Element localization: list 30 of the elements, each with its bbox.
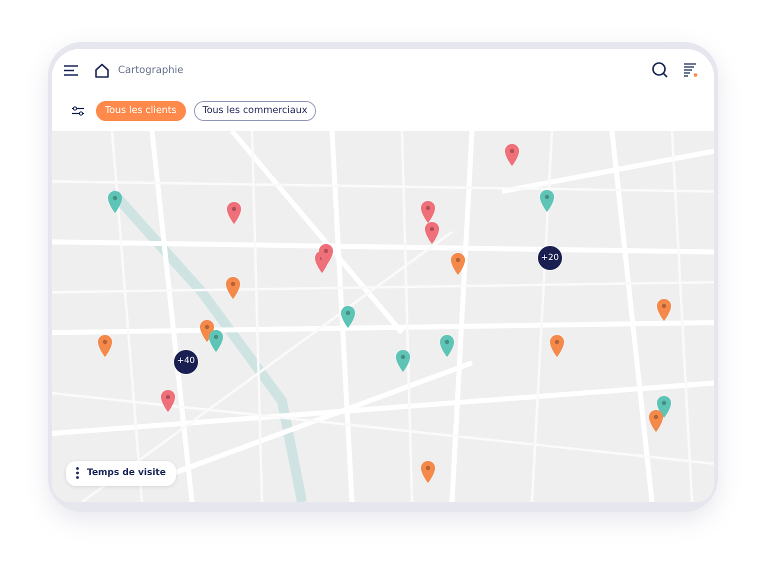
map-pin[interactable] (340, 304, 356, 328)
map-pin[interactable] (225, 276, 241, 300)
map-pin[interactable] (199, 318, 215, 343)
map-pin[interactable] (395, 348, 411, 373)
more-icon (76, 467, 79, 480)
map-pin[interactable] (420, 200, 436, 224)
map-pin[interactable] (424, 220, 440, 245)
page-title: Cartographie (118, 64, 184, 78)
map-pin[interactable] (450, 252, 466, 276)
map-pin[interactable] (648, 409, 664, 434)
map-pin[interactable] (539, 188, 555, 213)
map-pin[interactable] (439, 334, 455, 358)
list-filter-icon[interactable] (684, 63, 698, 77)
map-pin[interactable] (549, 334, 565, 358)
map-pin[interactable] (106, 190, 123, 214)
visit-time-button[interactable]: Temps de visite (66, 460, 176, 486)
map-pin[interactable] (504, 143, 520, 168)
map-pin[interactable] (97, 334, 113, 358)
home-icon[interactable] (94, 62, 110, 78)
search-icon[interactable] (652, 62, 668, 78)
menu-icon[interactable] (64, 64, 78, 76)
map-pin[interactable] (656, 298, 672, 322)
map-pin[interactable] (318, 243, 334, 267)
map-pin[interactable] (160, 389, 176, 414)
map-pin[interactable] (226, 200, 242, 225)
map-pin[interactable] (208, 328, 224, 353)
sliders-icon[interactable] (72, 106, 84, 116)
map-pin[interactable] (420, 460, 436, 484)
filter-chip[interactable]: Tous les commerciaux (194, 101, 316, 121)
map-pin[interactable] (656, 395, 672, 420)
